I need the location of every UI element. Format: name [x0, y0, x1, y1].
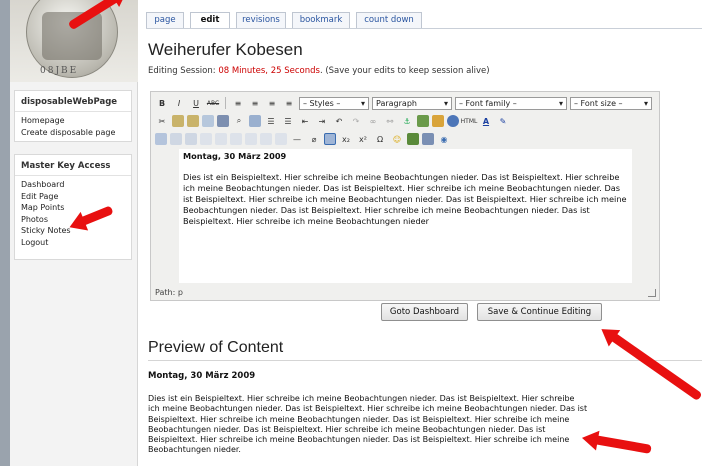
media-icon[interactable] [407, 133, 419, 145]
merge-cell-icon[interactable] [275, 133, 287, 145]
sidebar-link-edit-page[interactable]: Edit Page [15, 191, 131, 203]
link-icon[interactable]: ∞ [366, 114, 380, 128]
session-label: Editing Session: [148, 66, 216, 76]
align-center-icon[interactable]: ≡ [248, 96, 262, 110]
sidebar-link-map-points[interactable]: Map Points [15, 202, 131, 214]
cell-props-icon[interactable] [185, 133, 197, 145]
resize-grip-icon[interactable] [648, 289, 656, 297]
master-key-title: Master Key Access [15, 155, 131, 176]
goto-dashboard-button[interactable]: Goto Dashboard [381, 303, 468, 321]
font-size-select[interactable]: – Font size – [570, 96, 652, 110]
editor-content-area[interactable]: Montag, 30 März 2009 Dies ist ein Beispi… [179, 149, 632, 283]
image-icon[interactable] [417, 115, 429, 127]
paste-word-icon[interactable] [217, 115, 229, 127]
rich-text-editor: B I U ABC ≡ ≡ ≡ ≡ – Styles – Paragraph –… [150, 91, 660, 301]
indent-icon[interactable]: ⇥ [315, 114, 329, 128]
highlight-color-icon[interactable]: ✎ [496, 114, 510, 128]
editor-toolbar-row-3: — ⌀ x₂ x² Ω ☺ ◉ [155, 131, 451, 147]
tab-edit[interactable]: edit [190, 12, 230, 28]
left-edge-bar [0, 0, 10, 466]
unlink-icon[interactable]: ⚯ [383, 114, 397, 128]
subscript-icon[interactable]: x₂ [339, 132, 353, 146]
delete-row-icon[interactable] [215, 133, 227, 145]
find-icon[interactable]: ⌕ [232, 114, 246, 128]
redo-icon[interactable]: ↷ [349, 114, 363, 128]
preview-body: Dies ist ein Beispieltext. Hier schreibe… [148, 394, 588, 455]
preview-icon[interactable]: ◉ [437, 132, 451, 146]
align-justify-icon[interactable]: ≡ [282, 96, 296, 110]
delete-col-icon[interactable] [245, 133, 257, 145]
page-title: Weiherufer Kobesen [148, 40, 303, 59]
tab-revisions[interactable]: revisions [236, 12, 286, 28]
tab-page[interactable]: page [146, 12, 184, 28]
site-logo[interactable]: 08JBE [10, 0, 138, 82]
preview-heading: Montag, 30 März 2009 [148, 371, 256, 381]
cleanup-icon[interactable] [432, 115, 444, 127]
sidebar-link-create-page[interactable]: Create disposable page [15, 127, 131, 139]
site-box: disposableWebPage Homepage Create dispos… [14, 90, 132, 142]
editor-content-body: Dies ist ein Beispieltext. Hier schreibe… [183, 172, 627, 226]
numbered-list-icon[interactable]: ☰ [281, 114, 295, 128]
superscript-icon[interactable]: x² [356, 132, 370, 146]
page-root: 08JBE disposableWebPage Homepage Create … [0, 0, 709, 466]
editor-toolbar-row-2: ✂ ⌕ ☰ ☰ ⇤ ⇥ ↶ ↷ ∞ ⚯ ⚓ HTML A ✎ [155, 113, 510, 129]
align-right-icon[interactable]: ≡ [265, 96, 279, 110]
paste-icon[interactable] [187, 115, 199, 127]
strikethrough-button[interactable]: ABC [206, 96, 220, 110]
anchor-icon[interactable]: ⚓ [400, 114, 414, 128]
tab-bookmark[interactable]: bookmark [292, 12, 350, 28]
underline-button[interactable]: U [189, 96, 203, 110]
split-cell-icon[interactable] [260, 133, 272, 145]
styles-select[interactable]: – Styles – [299, 96, 369, 110]
sidebar-link-dashboard[interactable]: Dashboard [15, 179, 131, 191]
italic-button[interactable]: I [172, 96, 186, 110]
editor-content-heading: Montag, 30 März 2009 [183, 151, 287, 161]
format-select[interactable]: Paragraph [372, 96, 452, 110]
session-note: . (Save your edits to keep session alive… [319, 66, 490, 76]
cut-icon[interactable]: ✂ [155, 114, 169, 128]
copy-icon[interactable] [172, 115, 184, 127]
logo-rim-text: 08JBE [40, 66, 79, 76]
fullscreen-icon[interactable] [422, 133, 434, 145]
html-icon[interactable]: HTML [461, 114, 478, 128]
bold-button[interactable]: B [155, 96, 169, 110]
insert-col-icon[interactable] [230, 133, 242, 145]
visual-aid-icon[interactable] [324, 133, 336, 145]
help-icon[interactable] [447, 115, 459, 127]
tab-underline [146, 28, 702, 29]
sidebar-link-logout[interactable]: Logout [15, 237, 131, 249]
session-status: Editing Session: 08 Minutes, 25 Seconds.… [148, 66, 490, 76]
insert-row-icon[interactable] [200, 133, 212, 145]
font-family-select[interactable]: – Font family – [455, 96, 567, 110]
save-continue-button[interactable]: Save & Continue Editing [477, 303, 602, 321]
editor-toolbar-row-1: B I U ABC ≡ ≡ ≡ ≡ – Styles – Paragraph –… [155, 95, 652, 111]
session-time: 08 Minutes, 25 Seconds [218, 66, 320, 76]
preview-title: Preview of Content [148, 339, 284, 356]
replace-icon[interactable] [249, 115, 261, 127]
outdent-icon[interactable]: ⇤ [298, 114, 312, 128]
special-char-icon[interactable]: Ω [373, 132, 387, 146]
site-box-title: disposableWebPage [15, 91, 131, 112]
paste-text-icon[interactable] [202, 115, 214, 127]
preview-divider [148, 360, 702, 361]
row-props-icon[interactable] [170, 133, 182, 145]
table-icon[interactable] [155, 133, 167, 145]
text-color-icon[interactable]: A [479, 114, 493, 128]
remove-format-icon[interactable]: ⌀ [307, 132, 321, 146]
bullet-list-icon[interactable]: ☰ [264, 114, 278, 128]
toolbar-separator [225, 97, 226, 109]
sidebar-link-homepage[interactable]: Homepage [15, 115, 131, 127]
emoticon-icon[interactable]: ☺ [390, 132, 404, 146]
align-left-icon[interactable]: ≡ [231, 96, 245, 110]
tab-count-down[interactable]: count down [356, 12, 422, 28]
master-key-box: Master Key Access Dashboard Edit Page Ma… [14, 154, 132, 260]
annotation-arrow-preview [591, 434, 652, 454]
editor-path: Path: p [155, 288, 183, 297]
horizontal-rule-icon[interactable]: — [290, 132, 304, 146]
annotation-arrow-save [607, 330, 703, 402]
undo-icon[interactable]: ↶ [332, 114, 346, 128]
